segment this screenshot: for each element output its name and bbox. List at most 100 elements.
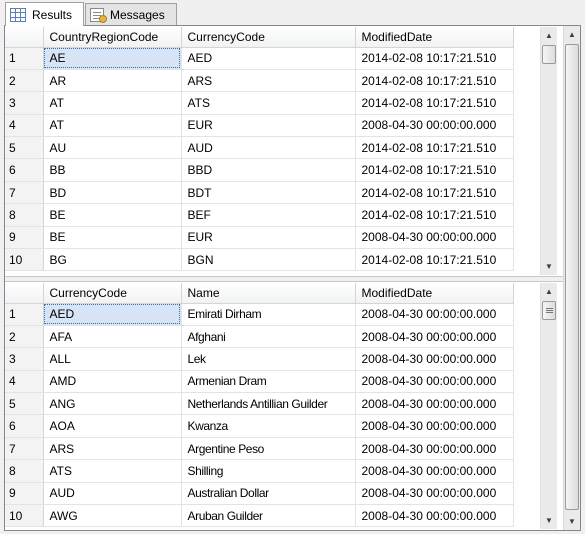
result-grid-1[interactable]: CountryRegionCode CurrencyCode ModifiedD…	[5, 27, 564, 275]
row-number[interactable]: 9	[5, 226, 44, 250]
table-cell[interactable]: AUD	[43, 482, 182, 506]
row-number[interactable]: 7	[5, 181, 44, 205]
table-cell[interactable]: 2014-02-08 10:17:21.510	[355, 181, 514, 205]
table-cell[interactable]: 2008-04-30 00:00:00.000	[355, 370, 514, 394]
row-number[interactable]: 10	[5, 248, 44, 272]
table-cell[interactable]: Shilling	[181, 459, 356, 483]
scroll-down-arrow-icon[interactable]: ▼	[541, 512, 557, 529]
table-row[interactable]: 8 BE BEF 2014-02-08 10:17:21.510	[5, 203, 514, 227]
table-cell[interactable]: Afghani	[181, 325, 356, 349]
table-cell[interactable]: ANG	[43, 392, 182, 416]
table-cell[interactable]: Lek	[181, 347, 356, 371]
table-cell[interactable]: 2008-04-30 00:00:00.000	[355, 482, 514, 506]
table-row[interactable]: 10 AWG Aruban Guilder 2008-04-30 00:00:00.0…	[5, 504, 514, 528]
row-number[interactable]: 1	[5, 47, 44, 70]
column-header[interactable]: ModifiedDate	[355, 27, 514, 48]
table-row[interactable]: 1 AE AED 2014-02-08 10:17:21.510	[5, 47, 514, 70]
scroll-thumb[interactable]	[565, 44, 579, 510]
table-cell[interactable]: AUD	[181, 136, 356, 160]
table-cell[interactable]: 2008-04-30 00:00:00.000	[355, 437, 514, 461]
table-cell[interactable]: AOA	[43, 414, 182, 438]
row-number[interactable]: 5	[5, 392, 44, 416]
row-number[interactable]: 4	[5, 114, 44, 138]
table-cell[interactable]: Aruban Guilder	[181, 504, 356, 528]
table-cell[interactable]: 2008-04-30 00:00:00.000	[355, 114, 514, 138]
table-row[interactable]: 2 AR ARS 2014-02-08 10:17:21.510	[5, 69, 514, 93]
table-cell[interactable]: BG	[43, 248, 182, 272]
table-row[interactable]: 5 ANG Netherlands Antillian Guilder 2008-04…	[5, 392, 514, 416]
row-number[interactable]: 3	[5, 347, 44, 371]
table-cell[interactable]: 2008-04-30 00:00:00.000	[355, 347, 514, 371]
table-cell[interactable]: 2008-04-30 00:00:00.000	[355, 392, 514, 416]
row-number[interactable]: 4	[5, 370, 44, 394]
row-number[interactable]: 8	[5, 459, 44, 483]
table-cell[interactable]: BGN	[181, 248, 356, 272]
table-cell[interactable]: BDT	[181, 181, 356, 205]
table-cell[interactable]: AU	[43, 136, 182, 160]
table-cell[interactable]: EUR	[181, 114, 356, 138]
column-header[interactable]: CurrencyCode	[181, 27, 356, 48]
table-cell[interactable]: ATS	[43, 459, 182, 483]
row-number[interactable]: 2	[5, 325, 44, 349]
table-cell[interactable]: AT	[43, 91, 182, 115]
row-number[interactable]: 10	[5, 504, 44, 528]
row-number[interactable]: 6	[5, 158, 44, 182]
table-row[interactable]: 3 AT ATS 2014-02-08 10:17:21.510	[5, 91, 514, 115]
table-cell[interactable]: 2008-04-30 00:00:00.000	[355, 504, 514, 528]
table-cell[interactable]: 2014-02-08 10:17:21.510	[355, 203, 514, 227]
scroll-up-arrow-icon[interactable]: ▲	[564, 26, 580, 43]
table-row[interactable]: 4 AT EUR 2008-04-30 00:00:00.000	[5, 114, 514, 138]
scroll-down-arrow-icon[interactable]: ▼	[541, 258, 557, 275]
table-cell[interactable]: ALL	[43, 347, 182, 371]
table-cell[interactable]: Netherlands Antillian Guilder	[181, 392, 356, 416]
column-header[interactable]: ModifiedDate	[355, 283, 514, 304]
table-cell[interactable]: 2014-02-08 10:17:21.510	[355, 248, 514, 272]
table-cell[interactable]: 2008-04-30 00:00:00.000	[355, 226, 514, 250]
table-row[interactable]: 6 AOA Kwanza 2008-04-30 00:00:00.000	[5, 414, 514, 438]
results-pane-scrollbar[interactable]: ▲ ▼	[563, 26, 580, 530]
table-cell[interactable]: AED	[181, 47, 356, 70]
row-number[interactable]: 2	[5, 69, 44, 93]
table-cell[interactable]: 2008-04-30 00:00:00.000	[355, 325, 514, 349]
table-cell[interactable]: Argentine Peso	[181, 437, 356, 461]
table-row[interactable]: 2 AFA Afghani 2008-04-30 00:00:00.000	[5, 325, 514, 349]
table-cell[interactable]: ARS	[181, 69, 356, 93]
table-cell[interactable]: BE	[43, 203, 182, 227]
table-cell[interactable]: AE	[43, 47, 182, 70]
table-row[interactable]: 3 ALL Lek 2008-04-30 00:00:00.000	[5, 347, 514, 371]
table-cell[interactable]: EUR	[181, 226, 356, 250]
grid1-scrollbar[interactable]: ▲ ▼	[540, 27, 557, 275]
table-cell[interactable]: AWG	[43, 504, 182, 528]
column-header[interactable]: CountryRegionCode	[43, 27, 182, 48]
table-cell[interactable]: ATS	[181, 91, 356, 115]
table-cell[interactable]: 2008-04-30 00:00:00.000	[355, 414, 514, 438]
table-row[interactable]: 1 AED Emirati Dirham 2008-04-30 00:00:00.00…	[5, 303, 514, 326]
table-cell[interactable]: Kwanza	[181, 414, 356, 438]
table-cell[interactable]: BB	[43, 158, 182, 182]
scroll-up-arrow-icon[interactable]: ▲	[541, 283, 557, 300]
table-row[interactable]: 7 BD BDT 2014-02-08 10:17:21.510	[5, 181, 514, 205]
table-cell[interactable]: 2008-04-30 00:00:00.000	[355, 303, 514, 326]
corner-cell[interactable]	[5, 283, 44, 304]
table-cell[interactable]: 2014-02-08 10:17:21.510	[355, 158, 514, 182]
table-row[interactable]: 8 ATS Shilling 2008-04-30 00:00:00.000	[5, 459, 514, 483]
table-cell[interactable]: ARS	[43, 437, 182, 461]
tab-messages[interactable]: Messages	[85, 3, 177, 26]
row-number[interactable]: 5	[5, 136, 44, 160]
grid2-scrollbar[interactable]: ▲ ▼	[540, 283, 557, 529]
table-cell[interactable]: AFA	[43, 325, 182, 349]
scroll-up-arrow-icon[interactable]: ▲	[541, 27, 557, 44]
column-header[interactable]: Name	[181, 283, 356, 304]
row-number[interactable]: 6	[5, 414, 44, 438]
table-cell[interactable]: Emirati Dirham	[181, 303, 356, 326]
row-number[interactable]: 8	[5, 203, 44, 227]
table-cell[interactable]: BBD	[181, 158, 356, 182]
table-row[interactable]: 9 AUD Australian Dollar 2008-04-30 00:00:00…	[5, 482, 514, 506]
row-number[interactable]: 9	[5, 482, 44, 506]
scroll-down-arrow-icon[interactable]: ▼	[564, 513, 580, 530]
table-cell[interactable]: 2014-02-08 10:17:21.510	[355, 136, 514, 160]
table-row[interactable]: 4 AMD Armenian Dram 2008-04-30 00:00:00.000	[5, 370, 514, 394]
scroll-thumb[interactable]	[542, 301, 556, 320]
table-row[interactable]: 5 AU AUD 2014-02-08 10:17:21.510	[5, 136, 514, 160]
table-cell[interactable]: 2008-04-30 00:00:00.000	[355, 459, 514, 483]
